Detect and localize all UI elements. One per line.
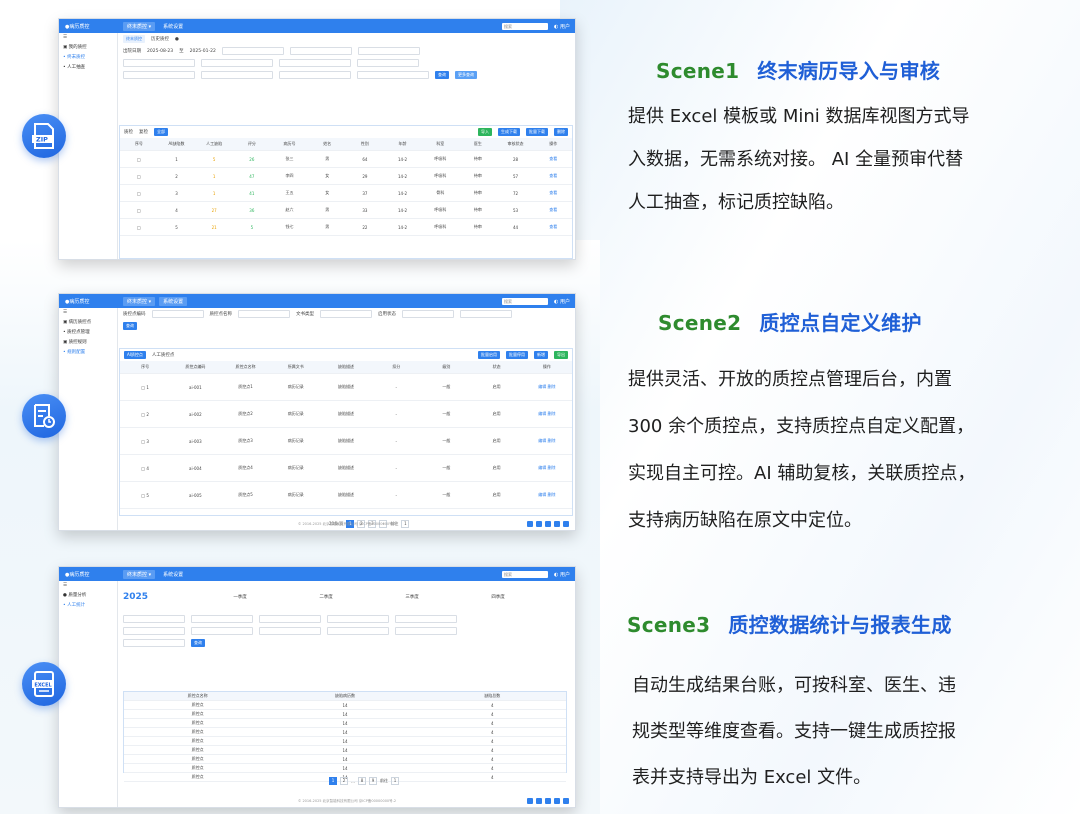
quarter-2[interactable]: 二季度	[286, 594, 366, 600]
import-button[interactable]: 导入	[478, 128, 492, 136]
table-header: 审核状态	[507, 141, 524, 146]
screenshot-record-import: ●病历质控 终末质控 ▾ 系统设置 搜索 ◐ 用户 ☰ ▣ 我的质控 • 终末质控 • 人工…	[58, 18, 576, 260]
scene3-title: 质控数据统计与报表生成	[728, 613, 952, 637]
table-row: 质控点 14 4	[124, 719, 566, 728]
table-header: 年龄	[398, 141, 407, 146]
table-row: 质控点 14 4	[124, 746, 566, 755]
table-row: 质控点 14 4	[124, 701, 566, 710]
table-row: 质控点 14 4	[124, 764, 566, 773]
screenshot-statistics: ●病历质控 终末质控 ▾ 系统设置 搜索 ◐ 用户 ☰ ● 质量分析 • 人工统计 2025…	[58, 566, 576, 808]
scene2-title: 质控点自定义维护	[759, 311, 922, 335]
scene3-heading: Scene3 质控数据统计与报表生成	[627, 613, 952, 637]
table-row[interactable]: □ 5 21 5 钱七男 22 14-2 呼吸科 待审 44 查看	[120, 219, 572, 236]
date-start[interactable]: 2025-08-23	[147, 49, 173, 54]
batch-download-button[interactable]: 批量下载	[526, 128, 548, 136]
sidebar: ☰ ▣ 我的质控 • 终末质控 • 人工抽查	[59, 33, 118, 259]
svg-text:ZIP: ZIP	[36, 136, 48, 144]
quarter-4[interactable]: 四季度	[458, 594, 538, 600]
table-header: 操作	[549, 141, 558, 146]
table-header: 病历号	[283, 141, 296, 146]
table-row[interactable]: □ 2 1 47 李四女 29 14-2 呼吸科 待审 57 查看	[120, 168, 572, 185]
svg-text:EXCEL: EXCEL	[34, 683, 52, 689]
delete-button[interactable]: 删除	[554, 128, 568, 136]
table-header: 姓名	[323, 141, 332, 146]
table-row[interactable]: □ 2 ai-002 质控点2 病历记录 缺陷描述 - 一般 启用 编辑 删除	[120, 401, 572, 428]
excel-file-icon: EXCEL	[22, 662, 66, 706]
records-table: 质检 复检 全部 导入 生成下载 批量下载 删除 序号 AI缺陷数 人工缺陷 评分 病历号姓…	[119, 125, 573, 259]
app-topbar: ●病历质控 终末质控 ▾ 系统设置 搜索 ◐ 用户	[59, 19, 575, 33]
document-clock-icon	[22, 394, 66, 438]
zip-file-icon: ZIP	[22, 114, 66, 158]
table-row: 质控点 14 4	[124, 728, 566, 737]
scene2-heading: Scene2 质控点自定义维护	[658, 311, 922, 335]
table-header: 性别	[360, 141, 369, 146]
table-row: 质控点 14 4	[124, 710, 566, 719]
table-row[interactable]: □ 3 1 41 王五女 37 14-2 骨科 待审 72 查看	[120, 185, 572, 202]
table-row: 质控点 14 4	[124, 755, 566, 764]
table-header: 序号	[134, 141, 143, 146]
table-header: AI缺陷数	[168, 141, 185, 146]
table-header: 人工缺陷	[206, 141, 223, 146]
table-header: 科室	[436, 141, 445, 146]
table-row: 质控点 14 4	[124, 737, 566, 746]
table-row[interactable]: □ 5 ai-005 质控点5 病历记录 缺陷描述 - 一般 启用 编辑 删除	[120, 482, 572, 509]
table-row[interactable]: □ 4 27 36 赵六男 33 14-2 呼吸科 待审 53 查看	[120, 202, 572, 219]
year-label: 2025	[123, 592, 149, 602]
generate-button[interactable]: 生成下载	[498, 128, 520, 136]
date-end[interactable]: 2025-01-22	[190, 49, 216, 54]
table-header: 评分	[247, 141, 256, 146]
screenshot-qc-points: ●病历质控 终末质控 ▾ 系统设置 搜索 ◐ 用户 ☰ ▣ 病历质控点 • 质控点管理 ▣ 质…	[58, 293, 576, 531]
table-row[interactable]: □ 3 ai-003 质控点3 病历记录 缺陷描述 - 一般 启用 编辑 删除	[120, 428, 572, 455]
scene1-description: 提供 Excel 模板或 Mini 数据库视图方式导 入数据，无需系统对接。 A…	[628, 106, 970, 213]
table-row[interactable]: □ 1 5 26 张三男 64 14-2 呼吸科 待审 28 查看	[120, 151, 572, 168]
query-button[interactable]: 查询	[435, 71, 449, 79]
scene1-heading: Scene1 终末病历导入与审核	[656, 59, 941, 83]
table-header: 医生	[473, 141, 482, 146]
table-row[interactable]: □ 4 ai-004 质控点4 病历记录 缺陷描述 - 一般 启用 编辑 删除	[120, 455, 572, 482]
scene3-description: 自动生成结果台账，可按科室、医生、违 规类型等维度查看。支持一键生成质控报 表并…	[632, 675, 956, 788]
quarter-1[interactable]: 一季度	[200, 594, 280, 600]
table-row[interactable]: □ 1 ai-001 质控点1 病历记录 缺陷描述 - 一般 启用 编辑 删除	[120, 374, 572, 401]
quarter-3[interactable]: 三季度	[372, 594, 452, 600]
scene1-title: 终末病历导入与审核	[757, 59, 941, 83]
scene2-description: 提供灵活、开放的质控点管理后台，内置 300 余个质控点，支持质控点自定义配置，…	[628, 369, 976, 531]
